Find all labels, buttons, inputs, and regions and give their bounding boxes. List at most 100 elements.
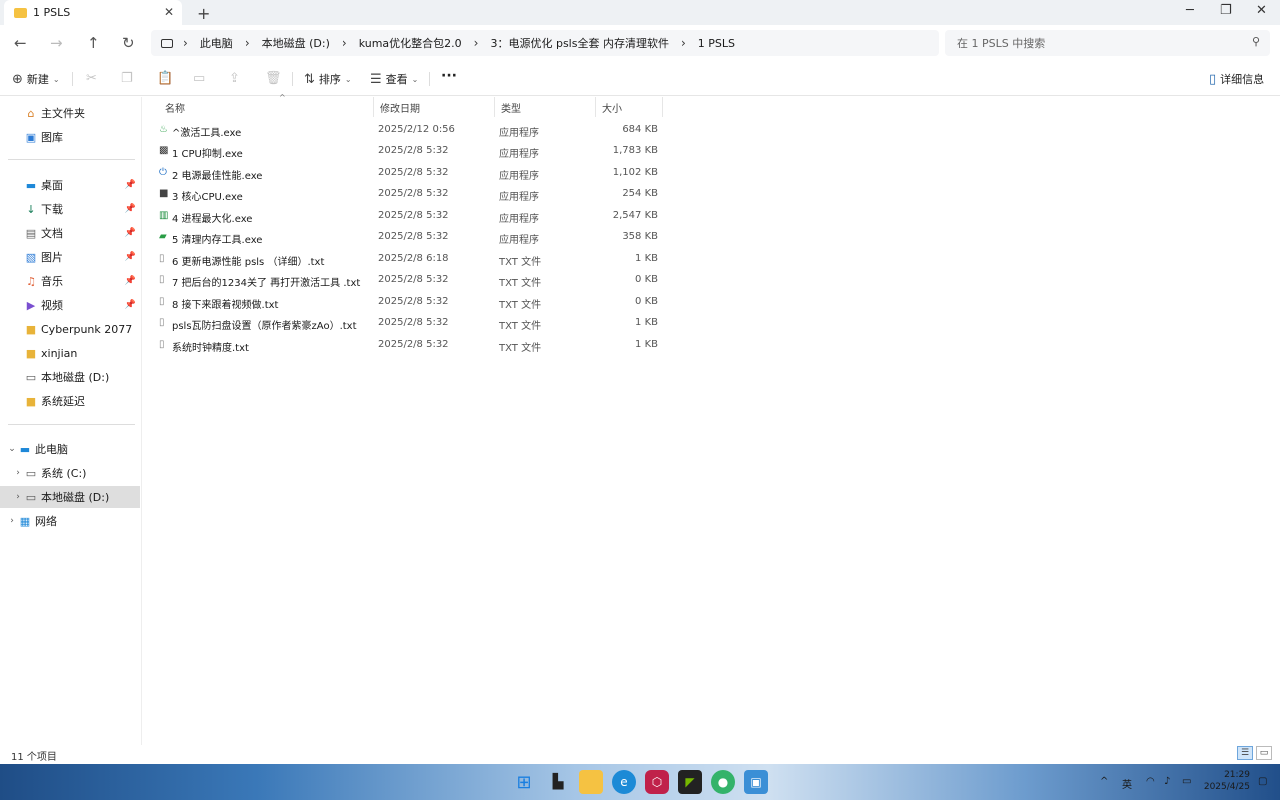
- new-tab-button[interactable]: +: [197, 4, 210, 23]
- sidebar-item-label: 本地磁盘 (D:): [41, 371, 110, 384]
- search-input[interactable]: 在 1 PSLS 中搜索 ⚲: [945, 30, 1270, 56]
- chevron-right-icon[interactable]: ›: [12, 492, 24, 502]
- more-options-button[interactable]: ···: [441, 68, 457, 84]
- sidebar-item-desktop[interactable]: ▬ 桌面 📌: [0, 174, 140, 196]
- cut-button[interactable]: ✂: [86, 71, 97, 86]
- share-button[interactable]: ⇪: [229, 71, 240, 86]
- file-row[interactable]: ▯ 8 接下来跟着视频做.txt 2025/2/8 5:32 TXT 文件 0 …: [155, 292, 665, 313]
- tab-close-icon[interactable]: ✕: [164, 5, 174, 19]
- column-header-type[interactable]: 类型: [495, 97, 596, 117]
- file-type: TXT 文件: [499, 278, 542, 289]
- input-language[interactable]: 英: [1122, 776, 1132, 791]
- file-row[interactable]: ▯ 7 把后台的1234关了 再打开激活工具 .txt 2025/2/8 5:3…: [155, 270, 665, 291]
- file-row[interactable]: ■ 3 核心CPU.exe 2025/2/8 5:32 应用程序 254 KB: [155, 184, 665, 205]
- file-row[interactable]: ▯ psls瓦防扫盘设置（原作者紫豪zAo）.txt 2025/2/8 5:32…: [155, 313, 665, 334]
- rename-button[interactable]: ▭: [193, 71, 205, 86]
- file-row[interactable]: ▩ 1 CPU抑制.exe 2025/2/8 5:32 应用程序 1,783 K…: [155, 141, 665, 162]
- forward-button[interactable]: →: [50, 34, 63, 52]
- sidebar-item-cyberpunk[interactable]: ■ Cyberpunk 2077: [0, 318, 140, 340]
- breadcrumb-power-opt[interactable]: 3：电源优化 psls全套 内存清理软件: [490, 35, 669, 51]
- sidebar-item-drive-c[interactable]: › ▭ 系统 (C:): [0, 462, 140, 484]
- sidebar-item-system-latency[interactable]: ■ 系统延迟: [0, 390, 140, 412]
- chevron-up-icon[interactable]: ^: [1100, 776, 1108, 787]
- pin-icon[interactable]: 📌: [125, 276, 136, 286]
- column-header-size[interactable]: 大小: [596, 97, 663, 117]
- chevron-right-icon[interactable]: ›: [6, 516, 18, 526]
- notification-icon[interactable]: ▢: [1258, 776, 1267, 787]
- app-hexagon-icon[interactable]: ⬡: [645, 770, 669, 794]
- view-button[interactable]: ☰ 查看 ⌄: [370, 71, 418, 87]
- breadcrumb-drive-d[interactable]: 本地磁盘 (D:): [262, 35, 330, 51]
- sidebar-item-music[interactable]: ♫ 音乐 📌: [0, 270, 140, 292]
- file-size: 2,547 KB: [612, 210, 658, 221]
- chevron-right-icon[interactable]: ›: [12, 468, 24, 478]
- edge-icon[interactable]: e: [612, 770, 636, 794]
- file-explorer-icon[interactable]: [579, 770, 603, 794]
- wechat-icon[interactable]: ●: [711, 770, 735, 794]
- sidebar-item-network[interactable]: › ▦ 网络: [0, 510, 140, 532]
- column-header-name[interactable]: 名称 ^: [159, 93, 374, 117]
- pin-icon[interactable]: 📌: [125, 204, 136, 214]
- file-row[interactable]: ▥ 4 进程最大化.exe 2025/2/8 5:32 应用程序 2,547 K…: [155, 206, 665, 227]
- chevron-down-icon: ⌄: [344, 74, 352, 84]
- sidebar-item-videos[interactable]: ▶ 视频 📌: [0, 294, 140, 316]
- minimize-button[interactable]: ─: [1186, 3, 1194, 18]
- details-view-button[interactable]: ☰: [1237, 746, 1253, 760]
- file-row[interactable]: ▯ 系统时钟精度.txt 2025/2/8 5:32 TXT 文件 1 KB: [155, 335, 665, 356]
- details-pane-button[interactable]: ▯ 详细信息: [1209, 71, 1264, 87]
- sort-button[interactable]: ⇅ 排序 ⌄: [304, 71, 352, 87]
- battery-icon[interactable]: ▭: [1182, 776, 1191, 787]
- sidebar-item-gallery[interactable]: ▣ 图库: [0, 126, 140, 148]
- sidebar-item-drive-d-pinned[interactable]: ▭ 本地磁盘 (D:): [0, 366, 140, 388]
- wifi-icon[interactable]: ◠: [1146, 776, 1155, 787]
- sidebar-item-downloads[interactable]: ↓ 下载 📌: [0, 198, 140, 220]
- file-size: 254 KB: [622, 188, 658, 199]
- more-icon: ···: [441, 68, 457, 84]
- pin-icon[interactable]: 📌: [125, 228, 136, 238]
- sidebar-item-xinjian[interactable]: ■ xinjian: [0, 342, 140, 364]
- clock[interactable]: 21:29 2025/4/25: [1204, 769, 1250, 793]
- pin-icon[interactable]: 📌: [125, 180, 136, 190]
- close-window-button[interactable]: ✕: [1256, 3, 1267, 18]
- sidebar-item-home[interactable]: ⌂ 主文件夹: [0, 102, 140, 124]
- breadcrumb-current[interactable]: 1 PSLS: [698, 37, 735, 50]
- breadcrumb-separator: ›: [341, 36, 347, 50]
- refresh-button[interactable]: ↻: [122, 34, 135, 52]
- sidebar-item-drive-d[interactable]: › ▭ 本地磁盘 (D:): [0, 486, 140, 508]
- file-size: 1,783 KB: [612, 145, 658, 156]
- restore-button[interactable]: ❐: [1220, 3, 1232, 18]
- tab-1-psls[interactable]: 1 PSLS ✕: [4, 0, 182, 25]
- image-viewer-icon[interactable]: ▣: [744, 770, 768, 794]
- chevron-down-icon[interactable]: ⌄: [6, 444, 18, 454]
- pin-icon[interactable]: 📌: [125, 252, 136, 262]
- copy-button[interactable]: ❐: [121, 71, 133, 86]
- file-name: ^激活工具.exe: [172, 128, 242, 139]
- pin-icon[interactable]: 📌: [125, 300, 136, 310]
- tiles-view-button[interactable]: ▭: [1256, 746, 1272, 760]
- new-button[interactable]: ⊕ 新建 ⌄: [12, 71, 60, 87]
- column-header-date[interactable]: 修改日期: [374, 97, 495, 117]
- share-icon: ⇪: [229, 71, 240, 86]
- status-bar: 11 个项目: [0, 745, 1280, 763]
- breadcrumb-this-pc[interactable]: 此电脑: [200, 35, 233, 51]
- back-button[interactable]: ←: [14, 34, 27, 52]
- sort-label: 排序: [318, 73, 341, 86]
- breadcrumb[interactable]: › 此电脑 › 本地磁盘 (D:) › kuma优化整合包2.0 › 3：电源优…: [151, 30, 939, 56]
- file-row[interactable]: ⏻ 2 电源最佳性能.exe 2025/2/8 5:32 应用程序 1,102 …: [155, 163, 665, 184]
- text-file-icon: ▯: [159, 317, 165, 328]
- volume-icon[interactable]: ♪: [1164, 776, 1170, 787]
- file-row[interactable]: ▯ 6 更新电源性能 psls （详细）.txt 2025/2/8 6:18 T…: [155, 249, 665, 270]
- paste-button[interactable]: 📋: [157, 71, 173, 86]
- file-row[interactable]: ▰ 5 清理内存工具.exe 2025/2/8 5:32 应用程序 358 KB: [155, 227, 665, 248]
- breadcrumb-kuma[interactable]: kuma优化整合包2.0: [359, 35, 462, 51]
- sidebar-item-pictures[interactable]: ▧ 图片 📌: [0, 246, 140, 268]
- sidebar-item-this-pc[interactable]: ⌄ ▬ 此电脑: [0, 438, 140, 460]
- delete-button[interactable]: 🗑: [265, 71, 282, 86]
- file-row[interactable]: ♨ ^激活工具.exe 2025/2/12 0:56 应用程序 684 KB: [155, 120, 665, 141]
- up-button[interactable]: ↑: [87, 34, 100, 52]
- nvidia-icon[interactable]: ◤: [678, 770, 702, 794]
- sidebar-item-documents[interactable]: ▤ 文档 📌: [0, 222, 140, 244]
- task-view-icon[interactable]: ▙: [546, 770, 570, 794]
- start-icon[interactable]: ⊞: [512, 770, 536, 794]
- details-pane-icon: ▯: [1209, 71, 1217, 87]
